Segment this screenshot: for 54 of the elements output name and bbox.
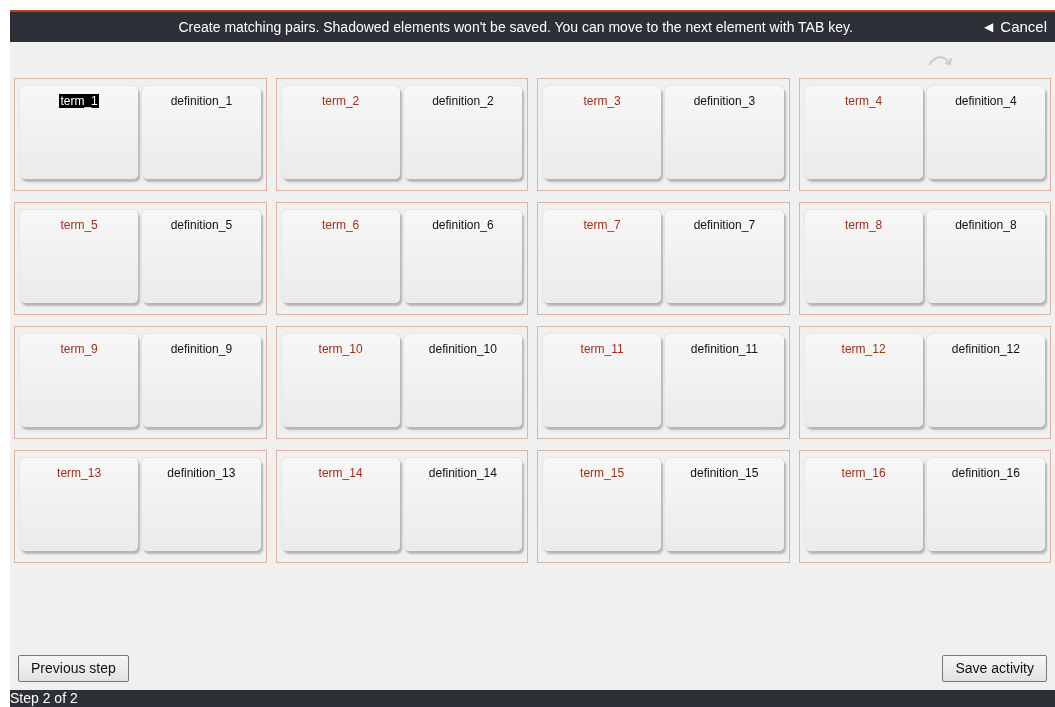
term-tile[interactable]: term_13: [20, 458, 139, 551]
definition-tile[interactable]: definition_2: [403, 86, 522, 179]
definition-tile[interactable]: definition_15: [665, 458, 784, 551]
term-tile[interactable]: term_1: [20, 86, 139, 179]
term-text: term_1: [59, 94, 99, 108]
redo-icon[interactable]: [925, 53, 955, 67]
term-tile[interactable]: term_5: [20, 210, 139, 303]
term-text: term_4: [843, 94, 884, 108]
save-activity-button[interactable]: Save activity: [942, 655, 1047, 682]
definition-tile[interactable]: definition_11: [665, 334, 784, 427]
definition-tile[interactable]: definition_5: [142, 210, 261, 303]
term-tile[interactable]: term_2: [281, 86, 400, 179]
term-text: term_5: [59, 218, 99, 232]
term-tile[interactable]: term_15: [543, 458, 662, 551]
term-text: term_7: [582, 218, 622, 232]
term-tile[interactable]: term_6: [281, 210, 400, 303]
instruction-text: Create matching pairs. Shadowed elements won't be saved. You can move to the next element with TAB key.: [177, 17, 854, 37]
term-text: term_10: [317, 342, 364, 356]
definition-tile[interactable]: definition_1: [142, 86, 261, 179]
term-text: term_9: [59, 342, 99, 356]
term-tile[interactable]: term_4: [804, 86, 923, 179]
term-tile[interactable]: term_8: [804, 210, 923, 303]
definition-tile[interactable]: definition_9: [142, 334, 261, 427]
term-text: term_16: [840, 466, 887, 480]
definition-tile[interactable]: definition_14: [403, 458, 522, 551]
definition-tile[interactable]: definition_7: [665, 210, 784, 303]
term-text: term_8: [843, 218, 884, 232]
term-tile[interactable]: term_10: [281, 334, 400, 427]
term-tile[interactable]: term_9: [20, 334, 139, 427]
previous-step-button[interactable]: Previous step: [18, 655, 129, 682]
term-tile[interactable]: term_11: [543, 334, 662, 427]
status-text: Step 2 of 2: [10, 690, 78, 706]
definition-tile[interactable]: definition_12: [926, 334, 1045, 427]
term-text: term_6: [320, 218, 361, 232]
term-tile[interactable]: term_12: [804, 334, 923, 427]
term-tile[interactable]: term_3: [543, 86, 662, 179]
definition-tile[interactable]: definition_16: [926, 458, 1045, 551]
definition-tile[interactable]: definition_3: [665, 86, 784, 179]
definition-tile[interactable]: definition_8: [926, 210, 1045, 303]
definition-tile[interactable]: definition_4: [926, 86, 1045, 179]
term-tile[interactable]: term_16: [804, 458, 923, 551]
term-text: term_14: [317, 466, 364, 480]
term-tile[interactable]: term_7: [543, 210, 662, 303]
term-text: term_3: [582, 94, 622, 108]
definition-tile[interactable]: definition_13: [142, 458, 261, 551]
term-text: term_15: [579, 466, 626, 480]
cancel-button[interactable]: ◄ Cancel: [981, 15, 1055, 39]
term-text: term_2: [320, 94, 361, 108]
term-text: term_13: [56, 466, 103, 480]
term-text: term_11: [579, 342, 625, 356]
definition-tile[interactable]: definition_6: [403, 210, 522, 303]
term-text: term_12: [840, 342, 887, 356]
term-tile[interactable]: term_14: [281, 458, 400, 551]
definition-tile[interactable]: definition_10: [403, 334, 522, 427]
